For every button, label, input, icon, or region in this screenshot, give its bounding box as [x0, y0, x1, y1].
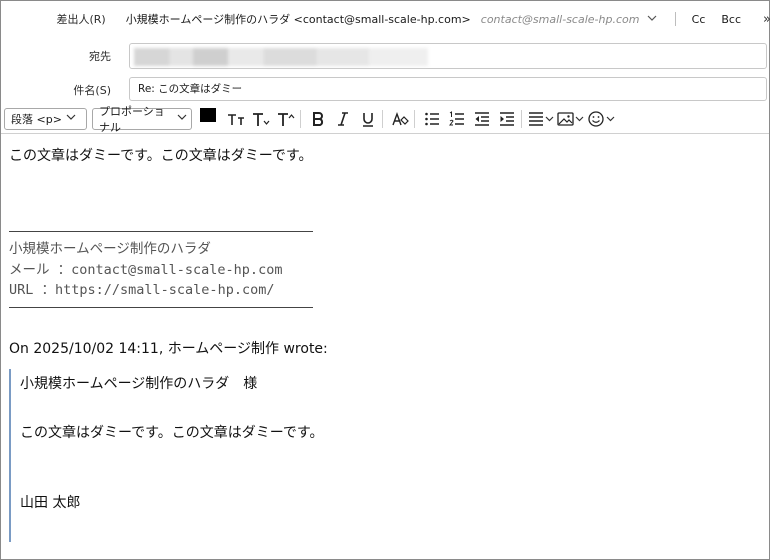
- signature-divider: [9, 307, 313, 308]
- from-label: 差出人(R): [56, 13, 106, 26]
- message-body-editor[interactable]: この文章はダミーです。この文章はダミーです。 小規模ホームページ制作のハラダ メ…: [1, 135, 769, 559]
- from-identity-select[interactable]: 小規模ホームページ制作のハラダ <contact@small-scale-hp.…: [126, 11, 471, 27]
- font-family-select[interactable]: プロポーショナル: [92, 105, 192, 134]
- redacted-recipient: [134, 48, 428, 66]
- insert-image-icon[interactable]: [557, 108, 585, 130]
- outdent-icon[interactable]: [471, 108, 493, 130]
- paragraph-format-value: 段落 <p>: [11, 112, 62, 126]
- toolbar-divider: [414, 109, 415, 128]
- header-divider: [674, 12, 676, 26]
- quote-text: この文章はダミーです。この文章はダミーです。: [20, 425, 324, 441]
- toolbar-divider: [300, 109, 301, 128]
- more-recipients-button[interactable]: »: [763, 12, 770, 27]
- to-field[interactable]: [129, 43, 767, 69]
- font-family-value: プロポーショナル: [99, 104, 165, 134]
- signature-divider: [9, 231, 313, 232]
- paragraph-format-select[interactable]: 段落 <p>: [4, 107, 87, 130]
- to-label: 宛先: [89, 50, 111, 63]
- align-menu-icon[interactable]: [528, 108, 554, 130]
- italic-icon[interactable]: [332, 108, 354, 130]
- chevron-down-icon[interactable]: [647, 13, 662, 26]
- subject-label: 件名(S): [73, 84, 111, 97]
- from-row: 差出人(R) 小規模ホームページ制作のハラダ <contact@small-sc…: [1, 1, 770, 37]
- signature-mail: メール ：contact@small-scale-hp.com: [9, 262, 283, 278]
- from-address: contact@small-scale-hp.com: [480, 12, 640, 26]
- subject-input[interactable]: Re: この文章はダミー: [129, 77, 767, 101]
- clear-formatting-icon[interactable]: [389, 108, 411, 130]
- signature-name: 小規模ホームページ制作のハラダ: [9, 241, 211, 257]
- format-toolbar: 段落 <p> プロポーショナル: [1, 104, 769, 134]
- bulleted-list-icon[interactable]: [421, 108, 443, 130]
- font-size-icon[interactable]: [250, 108, 272, 130]
- chevron-down-icon: [177, 112, 187, 125]
- chevron-down-icon: [66, 112, 76, 125]
- bcc-button[interactable]: Bcc: [721, 13, 741, 26]
- quote-bar: [9, 369, 11, 542]
- font-size-increase-icon[interactable]: [275, 108, 297, 130]
- font-size-decrease-icon[interactable]: [225, 108, 247, 130]
- toolbar-divider: [382, 109, 383, 128]
- cc-button[interactable]: Cc: [692, 13, 706, 26]
- underline-icon[interactable]: [357, 108, 379, 130]
- emoji-icon[interactable]: [588, 108, 616, 130]
- toolbar-divider: [521, 109, 522, 128]
- bold-icon[interactable]: [307, 108, 329, 130]
- text-color-button[interactable]: [200, 107, 222, 130]
- signature-url: URL ：https://small-scale-hp.com/: [9, 282, 275, 298]
- numbered-list-icon[interactable]: [446, 108, 468, 130]
- text-color-swatch: [200, 107, 216, 122]
- quote-salutation: 小規模ホームページ制作のハラダ 様: [20, 376, 258, 392]
- indent-icon[interactable]: [496, 108, 518, 130]
- body-text: この文章はダミーです。この文章はダミーです。: [9, 148, 313, 164]
- compose-window: 差出人(R) 小規模ホームページ制作のハラダ <contact@small-sc…: [0, 0, 770, 560]
- quote-sender: 山田 太郎: [20, 495, 81, 511]
- reply-header: On 2025/10/02 14:11, ホームページ制作 wrote:: [9, 341, 328, 357]
